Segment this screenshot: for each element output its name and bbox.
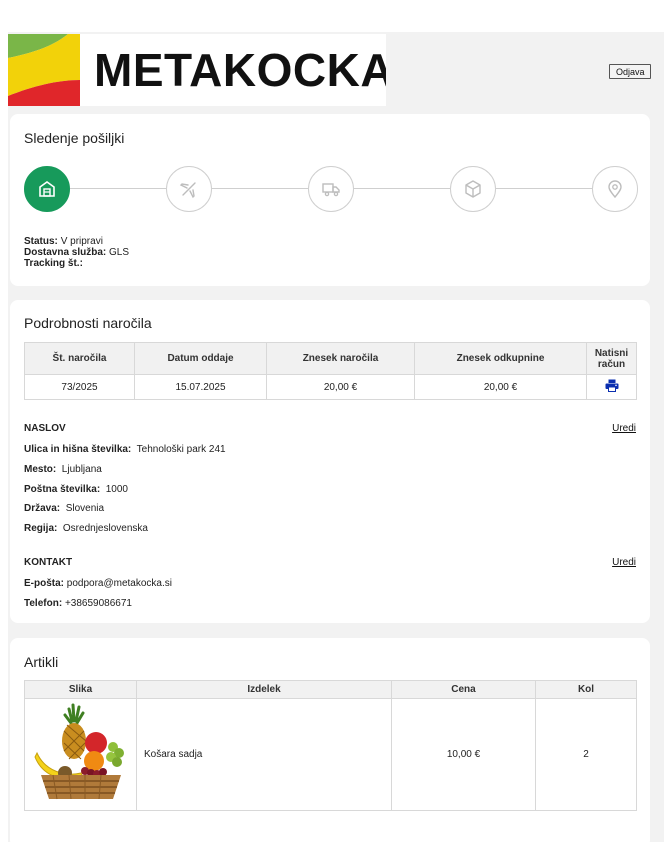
step-warehouse — [24, 166, 70, 212]
step-location — [592, 166, 638, 212]
col-price: Cena — [391, 680, 536, 699]
col-product: Izdelek — [136, 680, 392, 699]
tracking-title: Sledenje pošiljki — [24, 130, 125, 146]
logo-mark-icon — [8, 34, 80, 106]
email-row: E-pošta: podpora@metakocka.si — [24, 578, 172, 589]
postal-row: Poštna številka: 1000 — [24, 484, 128, 495]
edit-contact-link[interactable]: Uredi — [612, 557, 636, 568]
courier-value: GLS — [109, 247, 130, 258]
country-value: Slovenia — [65, 503, 105, 514]
step-package — [450, 166, 496, 212]
country-label: Država: — [24, 503, 61, 514]
order-number: 73/2025 — [24, 374, 135, 400]
shipment-tracking-card: Sledenje pošiljki Status: V pripravi Dos… — [10, 114, 650, 286]
col-print-invoice: Natisni račun — [586, 342, 637, 375]
col-order-date: Datum oddaje — [134, 342, 267, 375]
city-label: Mesto: — [24, 464, 57, 475]
order-title: Podrobnosti naročila — [24, 315, 152, 331]
country-row: Država: Slovenia — [24, 503, 104, 514]
courier-label: Dostavna služba: — [24, 247, 107, 258]
brand-logo: METAKOCKA — [8, 34, 386, 106]
region-label: Regija: — [24, 523, 58, 534]
order-date: 15.07.2025 — [134, 374, 267, 400]
items-table: Slika Izdelek Cena Kol Košara sadja 10,0… — [24, 680, 637, 811]
region-value: Osrednjeslovenska — [62, 523, 148, 534]
warehouse-icon — [39, 181, 55, 197]
package-icon — [465, 180, 481, 198]
status-value: V pripravi — [60, 236, 103, 247]
product-image-cell — [24, 698, 137, 811]
logout-button[interactable]: Odjava — [609, 64, 651, 79]
col-image: Slika — [24, 680, 137, 699]
track-connector — [70, 188, 166, 189]
printer-icon[interactable] — [605, 379, 619, 395]
col-order-number: Št. naročila — [24, 342, 135, 375]
track-connector — [496, 188, 592, 189]
table-row: Košara sadja 10,00 € 2 — [24, 698, 637, 811]
order-amount: 20,00 € — [266, 374, 415, 400]
city-row: Mesto: Ljubljana — [24, 464, 102, 475]
order-table-header: Št. naročila Datum oddaje Znesek naročil… — [24, 342, 637, 375]
street-label: Ulica in hišna številka: — [24, 444, 132, 455]
brand-name: METAKOCKA — [94, 44, 386, 96]
city-value: Ljubljana — [61, 464, 102, 475]
tracking-number-label: Tracking št.: — [24, 258, 83, 269]
col-quantity: Kol — [535, 680, 637, 699]
col-cod-amount: Znesek odkupnine — [414, 342, 587, 375]
track-connector — [212, 188, 308, 189]
cod-amount: 20,00 € — [414, 374, 587, 400]
print-invoice-cell — [586, 374, 637, 400]
edit-address-link[interactable]: Uredi — [612, 423, 636, 434]
col-order-amount: Znesek naročila — [266, 342, 415, 375]
region-row: Regija: Osrednjeslovenska — [24, 523, 148, 534]
airplane-icon — [179, 182, 196, 199]
order-details-card: Podrobnosti naročila Št. naročila Datum … — [10, 300, 650, 623]
postal-value: 1000 — [105, 484, 128, 495]
fruit-basket-image — [33, 703, 124, 800]
status-label: Status: — [24, 236, 58, 247]
delivery-truck-icon — [322, 183, 340, 197]
items-title: Artikli — [24, 654, 59, 670]
phone-row: Telefon: +38659086671 — [24, 598, 132, 609]
track-connector — [354, 188, 450, 189]
street-row: Ulica in hišna številka: Tehnološki park… — [24, 444, 226, 455]
email-value: podpora@metakocka.si — [66, 578, 172, 589]
items-table-header: Slika Izdelek Cena Kol — [24, 680, 637, 699]
page-background: METAKOCKA Odjava Sledenje pošiljki Statu… — [8, 32, 664, 848]
product-quantity: 2 — [535, 698, 637, 811]
product-price: 10,00 € — [391, 698, 536, 811]
address-heading: NASLOV — [24, 423, 66, 434]
street-value: Tehnološki park 241 — [136, 444, 226, 455]
phone-label: Telefon: — [24, 598, 63, 609]
phone-value: +38659086671 — [64, 598, 132, 609]
email-label: E-pošta: — [24, 578, 64, 589]
step-truck — [308, 166, 354, 212]
contact-heading: KONTAKT — [24, 557, 73, 568]
location-pin-icon — [608, 180, 622, 199]
table-row: 73/2025 15.07.2025 20,00 € 20,00 € — [24, 374, 637, 400]
product-name: Košara sadja — [136, 698, 392, 811]
postal-label: Poštna številka: — [24, 484, 101, 495]
order-table: Št. naročila Datum oddaje Znesek naročil… — [24, 342, 637, 400]
shipment-status: Status: V pripravi Dostavna služba: GLS … — [24, 236, 129, 269]
step-airplane — [166, 166, 212, 212]
items-card: Artikli Slika Izdelek Cena Kol Košara sa… — [10, 638, 650, 848]
